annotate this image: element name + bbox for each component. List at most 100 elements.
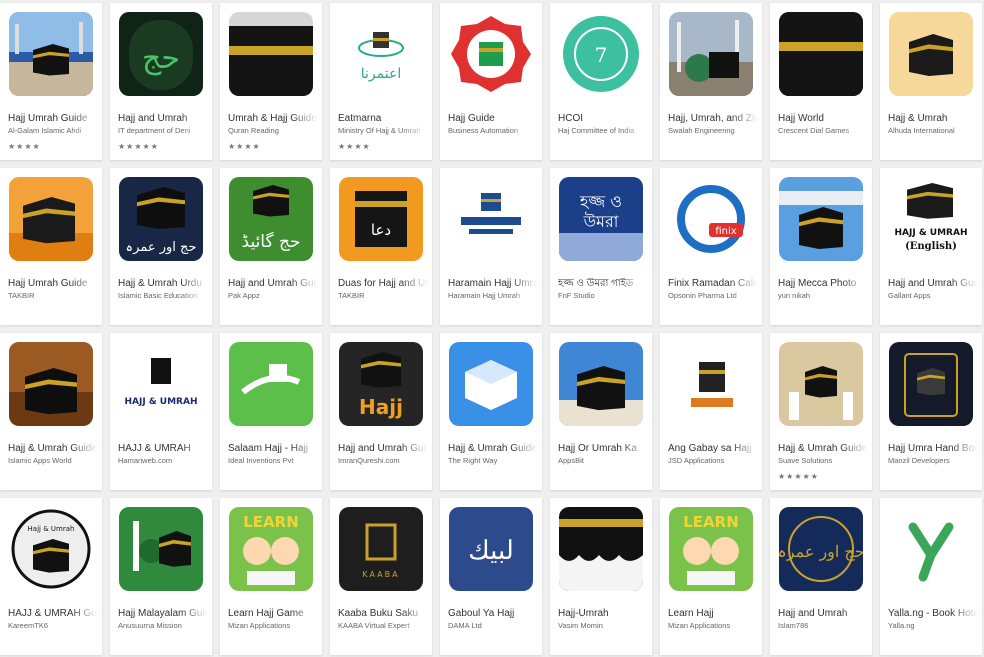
app-card[interactable]: Hajj Umrah Guide Al-Galam Islamic Ahdi ★… bbox=[0, 3, 102, 160]
app-title[interactable]: Hajj & Umrah Guide bbox=[448, 443, 538, 455]
app-title[interactable]: Haramain Hajj Umrah bbox=[448, 278, 538, 290]
app-developer[interactable]: yun nikah bbox=[778, 291, 868, 300]
kaaba-night-icon[interactable] bbox=[9, 342, 93, 426]
malayalam-mosque-icon[interactable] bbox=[119, 507, 203, 591]
app-developer[interactable]: Vasim Momin bbox=[558, 621, 648, 630]
app-card[interactable]: Hajj Hajj and Umrah Guide ImranQureshi.c… bbox=[330, 333, 432, 490]
mosque-photo-icon[interactable] bbox=[669, 12, 753, 96]
app-card[interactable]: Hajj Malayalam Guide Anusuurna Mission bbox=[110, 498, 212, 655]
app-card[interactable]: اعتمرنا Eatmarna Ministry Of Hajj & Umra… bbox=[330, 3, 432, 160]
app-title[interactable]: Hajj Umrah Guide bbox=[8, 278, 98, 290]
app-title[interactable]: Hajj, Umrah, and Ziyarat bbox=[668, 113, 758, 125]
app-card[interactable]: KAABA Kaaba Buku Saku KAABA Virtual Expe… bbox=[330, 498, 432, 655]
app-card[interactable]: Hajj-Umrah Vasim Momin bbox=[550, 498, 652, 655]
app-card[interactable]: Haramain Hajj Umrah Haramain Hajj Umrah bbox=[440, 168, 542, 325]
app-title[interactable]: Gaboul Ya Hajj bbox=[448, 608, 538, 620]
app-card[interactable]: Hajj & Umrah Guide Islamic Apps World bbox=[0, 333, 102, 490]
app-developer[interactable]: The Right Way bbox=[448, 456, 538, 465]
app-card[interactable]: دعا Duas for Hajj and Umrah TAKBIR bbox=[330, 168, 432, 325]
app-title[interactable]: Hajj-Umrah bbox=[558, 608, 648, 620]
app-developer[interactable]: Islamic Apps World bbox=[8, 456, 98, 465]
handbook-icon[interactable] bbox=[889, 342, 973, 426]
app-card[interactable]: Hajj Mecca Photo yun nikah bbox=[770, 168, 872, 325]
app-title[interactable]: HAJJ & UMRAH Guide bbox=[8, 608, 98, 620]
kaaba-urdu-icon[interactable]: حج اور عمرہ bbox=[119, 177, 203, 261]
app-card[interactable]: Ang Gabay sa Hajj JSD Applications bbox=[660, 333, 762, 490]
bengali-hajj-icon[interactable]: হজ্জ ও উমরা bbox=[559, 177, 643, 261]
kaaba-arches-icon[interactable] bbox=[559, 507, 643, 591]
app-card[interactable]: হজ্জ ও উমরা হজ্জ ও উমরা গাইড FnF Studio bbox=[550, 168, 652, 325]
app-developer[interactable]: JSD Applications bbox=[668, 456, 758, 465]
app-developer[interactable]: Suave Solutions bbox=[778, 456, 868, 465]
app-developer[interactable]: Haj Committee of India bbox=[558, 126, 648, 135]
app-title[interactable]: Hajj Umrah Guide bbox=[8, 113, 98, 125]
app-title[interactable]: Hajj Mecca Photo bbox=[778, 278, 868, 290]
app-developer[interactable]: AppsBit bbox=[558, 456, 648, 465]
app-developer[interactable]: Gallant Apps bbox=[888, 291, 978, 300]
app-developer[interactable]: KareemTK6 bbox=[8, 621, 98, 630]
app-title[interactable]: Hajj & Umrah bbox=[888, 113, 978, 125]
app-developer[interactable]: Mizan Applications bbox=[228, 621, 318, 630]
app-title[interactable]: Yalla.ng - Book Hotel bbox=[888, 608, 978, 620]
app-developer[interactable]: Quran Reading bbox=[228, 126, 318, 135]
app-title[interactable]: Hajj and Umrah Guide bbox=[228, 278, 318, 290]
app-card[interactable]: HAJJ & UMRAH HAJJ & UMRAH Hamariweb.com bbox=[110, 333, 212, 490]
kaaba-logo-icon[interactable]: KAABA bbox=[339, 507, 423, 591]
app-title[interactable]: Hajj Guide bbox=[448, 113, 538, 125]
app-developer[interactable]: Manzil Developers bbox=[888, 456, 978, 465]
app-title[interactable]: Umrah & Hajj Guide bbox=[228, 113, 318, 125]
kaaba-blue-sky-icon[interactable] bbox=[559, 342, 643, 426]
app-title[interactable]: Hajj Or Umrah Ka bbox=[558, 443, 648, 455]
hajj-umrah-round-icon[interactable]: Hajj & Umrah bbox=[9, 507, 93, 591]
dua-kaaba-icon[interactable]: دعا bbox=[339, 177, 423, 261]
hajj-umrah-text-icon[interactable]: HAJJ & UMRAH bbox=[119, 342, 203, 426]
app-developer[interactable]: Opsonin Pharma Ltd bbox=[668, 291, 758, 300]
app-card[interactable]: LEARN Learn Hajj Mizan Applications bbox=[660, 498, 762, 655]
app-developer[interactable]: IT department of Deni bbox=[118, 126, 208, 135]
app-developer[interactable]: Islam786 bbox=[778, 621, 868, 630]
app-developer[interactable]: Swalah Engineering bbox=[668, 126, 758, 135]
app-title[interactable]: HAJJ & UMRAH bbox=[118, 443, 208, 455]
kaaba-sky-icon[interactable] bbox=[779, 177, 863, 261]
app-card[interactable]: Yalla.ng - Book Hotel Yalla.ng bbox=[880, 498, 982, 655]
gaboul-calligraphy-icon[interactable]: لبيك bbox=[449, 507, 533, 591]
hcoi-seal-icon[interactable]: 7 bbox=[559, 12, 643, 96]
app-title[interactable]: Hajj and Umrah Guide bbox=[338, 443, 428, 455]
kaaba-badge-icon[interactable] bbox=[449, 12, 533, 96]
kaaba-photo-icon[interactable] bbox=[9, 12, 93, 96]
app-title[interactable]: Hajj and Umrah bbox=[778, 608, 868, 620]
app-developer[interactable]: FnF Studio bbox=[558, 291, 648, 300]
app-title[interactable]: Salaam Hajj - Hajj bbox=[228, 443, 318, 455]
app-card[interactable]: Salaam Hajj - Hajj Ideal Inventions Pvt bbox=[220, 333, 322, 490]
pilgrims-icon[interactable] bbox=[779, 342, 863, 426]
finix-logo-icon[interactable]: finix bbox=[669, 177, 753, 261]
app-card[interactable]: Hajj Guide Business Automation bbox=[440, 3, 542, 160]
kaaba-icon[interactable] bbox=[229, 12, 313, 96]
app-developer[interactable]: Islamic Basic Education bbox=[118, 291, 208, 300]
app-developer[interactable]: Haramain Hajj Umrah bbox=[448, 291, 538, 300]
app-title[interactable]: Hajj and Umrah Guide bbox=[888, 278, 978, 290]
learn-hajj-kids-icon[interactable]: LEARN bbox=[669, 507, 753, 591]
app-title[interactable]: Hajj and Umrah bbox=[118, 113, 208, 125]
hajj-guide-urdu-icon[interactable]: حج گائیڈ bbox=[229, 177, 313, 261]
app-card[interactable]: Hajj & Umrah Alhuda International bbox=[880, 3, 982, 160]
urdu-calligraphy-icon[interactable]: حج اور عمرہ bbox=[779, 507, 863, 591]
app-card[interactable]: Hajj, Umrah, and Ziyarat Swalah Engineer… bbox=[660, 3, 762, 160]
learn-hajj-kids-icon[interactable]: LEARN bbox=[229, 507, 313, 591]
yalla-logo-icon[interactable] bbox=[889, 507, 973, 591]
app-card[interactable]: Hajj & Umrah Guide The Right Way bbox=[440, 333, 542, 490]
salaam-hajj-icon[interactable] bbox=[229, 342, 313, 426]
app-card[interactable]: Hajj Umra Hand Book Manzil Developers bbox=[880, 333, 982, 490]
app-card[interactable]: HAJJ & UMRAH (English) Hajj and Umrah Gu… bbox=[880, 168, 982, 325]
gabay-logo-icon[interactable] bbox=[669, 342, 753, 426]
app-developer[interactable]: Yalla.ng bbox=[888, 621, 978, 630]
hajj-umrah-calligraphy-icon[interactable]: حج bbox=[119, 12, 203, 96]
app-card[interactable]: حج اور عمرہ Hajj & Umrah Urdu Islamic Ba… bbox=[110, 168, 212, 325]
app-title[interactable]: Hajj & Umrah Guide bbox=[8, 443, 98, 455]
hajj-umrah-english-icon[interactable]: HAJJ & UMRAH (English) bbox=[889, 177, 973, 261]
app-card[interactable]: حج Hajj and Umrah IT department of Deni … bbox=[110, 3, 212, 160]
app-card[interactable]: Hajj Umrah Guide TAKBIR bbox=[0, 168, 102, 325]
app-card[interactable]: حج گائیڈ Hajj and Umrah Guide Pak Appz bbox=[220, 168, 322, 325]
app-developer[interactable]: Crescent Dial Games bbox=[778, 126, 868, 135]
app-developer[interactable]: Ideal Inventions Pvt bbox=[228, 456, 318, 465]
